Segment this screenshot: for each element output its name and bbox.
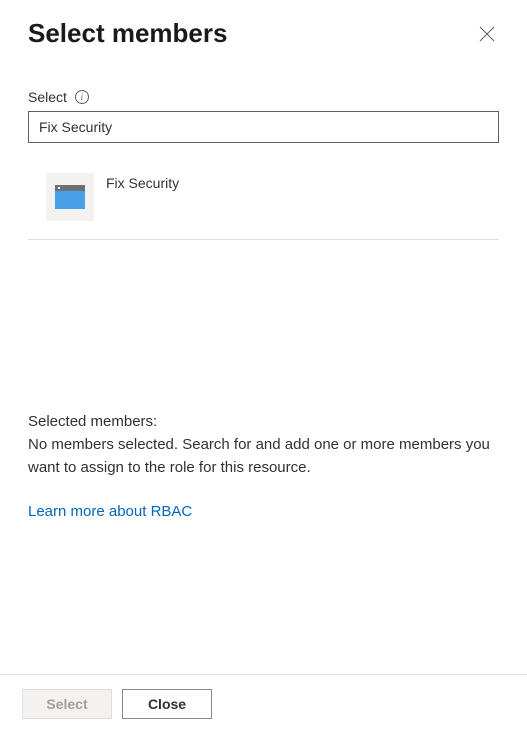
panel-content: Select i Fix Security Selected members: …: [0, 49, 527, 674]
page-title: Select members: [28, 18, 227, 49]
close-footer-button[interactable]: Close: [122, 689, 212, 719]
result-list: Fix Security: [28, 169, 499, 240]
selected-members-heading: Selected members:: [28, 413, 499, 430]
result-item[interactable]: Fix Security: [28, 169, 499, 225]
learn-more-link[interactable]: Learn more about RBAC: [28, 503, 192, 520]
select-label-row: Select i: [28, 89, 499, 105]
app-avatar: [46, 173, 94, 221]
close-button[interactable]: [475, 22, 499, 46]
close-icon: [479, 26, 495, 42]
select-button[interactable]: Select: [22, 689, 112, 719]
panel-footer: Select Close: [0, 674, 527, 733]
result-name: Fix Security: [106, 173, 179, 191]
selected-members-empty-text: No members selected. Search for and add …: [28, 434, 499, 479]
select-label: Select: [28, 89, 67, 105]
info-icon[interactable]: i: [75, 90, 89, 104]
application-icon: [55, 185, 85, 209]
panel-header: Select members: [0, 0, 527, 49]
search-input[interactable]: [28, 111, 499, 143]
selected-members-section: Selected members: No members selected. S…: [28, 413, 499, 521]
